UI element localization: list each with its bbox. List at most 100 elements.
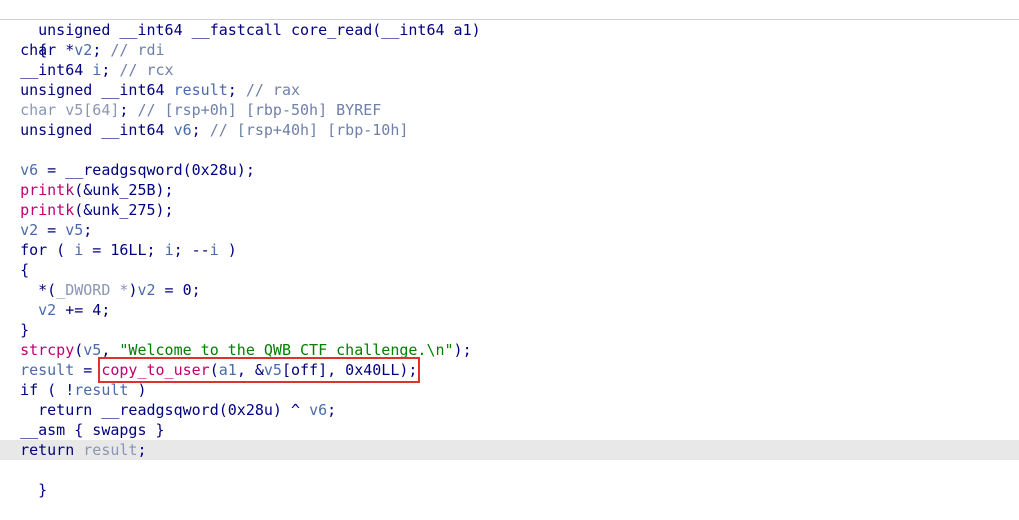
var-v2[interactable]: v2 (74, 41, 92, 59)
decl-line-v2[interactable]: char *v2; // rdi (2, 40, 165, 60)
var-v5[interactable]: v5 (83, 341, 101, 359)
deref-open: *( (38, 281, 57, 299)
for-step: ; -- (173, 241, 210, 259)
operator: = (38, 221, 66, 239)
decl-line-v5[interactable]: char v5[64]; // [rsp+0h] [rbp-50h] BYREF (2, 100, 381, 120)
increment: += 4; (56, 301, 111, 319)
var-i[interactable]: i (165, 241, 174, 259)
paren: ( ! (38, 381, 75, 399)
for-close-brace: } (2, 320, 29, 340)
semicolon: ; (137, 441, 147, 459)
paren: ( (209, 361, 219, 379)
decl-type: unsigned __int64 (20, 81, 174, 99)
call-args: (&unk_25B); (74, 181, 174, 199)
array-size: [64] (83, 101, 120, 119)
stmt-v2-assign[interactable]: v2 = v5; (2, 220, 92, 240)
call-tail: , 0x40LL); (327, 361, 418, 379)
stmt-if[interactable]: if ( !result ) (2, 380, 147, 400)
var-v5[interactable]: v5 (65, 221, 83, 239)
var-result[interactable]: result (74, 381, 128, 399)
keyword-if: if (20, 381, 39, 399)
decl-type: unsigned __int64 (20, 121, 174, 139)
comment: // [rsp+40h] [rbp-10h] (209, 121, 409, 139)
var-v5[interactable]: v5 (264, 361, 282, 379)
cast-type[interactable]: _DWORD * (56, 281, 128, 299)
function-signature[interactable]: unsigned __int64 __fastcall core_read(__… (2, 0, 481, 39)
var-v2[interactable]: v2 (38, 301, 56, 319)
var-v6[interactable]: v6 (309, 401, 327, 419)
var-v6[interactable]: v6 (20, 161, 38, 179)
var-result[interactable]: result (174, 81, 228, 99)
stmt-return-1[interactable]: return __readgsqword(0x28u) ^ v6; (2, 400, 336, 420)
var-v2[interactable]: v2 (20, 221, 38, 239)
var-i[interactable]: i (92, 61, 101, 79)
var-i[interactable]: i (210, 241, 219, 259)
var-v5[interactable]: v5 (65, 101, 83, 119)
semicolon: ; (92, 41, 102, 59)
keyword-return: return (20, 441, 75, 459)
index-off[interactable]: [off] (282, 361, 327, 379)
asm-block[interactable]: __asm { swapgs } (20, 421, 165, 439)
decl-type: char * (20, 41, 75, 59)
stmt-return-2-current-line[interactable]: return result; (0, 440, 1019, 460)
var-v6[interactable]: v6 (174, 121, 192, 139)
highlight-box: copy_to_user(a1, &v5[off], 0x40LL); (98, 357, 421, 383)
return-expr[interactable]: __readgsqword(0x28u) ^ (92, 401, 309, 419)
semicolon: ; (191, 121, 201, 139)
operator: = (74, 361, 102, 379)
stmt-for[interactable]: for ( i = 16LL; i; --i ) (2, 240, 237, 260)
call-strcpy[interactable]: strcpy (20, 341, 74, 359)
paren: ) (128, 381, 147, 399)
comment: // rcx (119, 61, 174, 79)
call-copy-to-user[interactable]: copy_to_user (101, 361, 209, 379)
keyword-for: for (20, 241, 48, 259)
brace: } (20, 321, 30, 339)
decl-type: char (20, 101, 66, 119)
stmt-printk-2[interactable]: printk(&unk_275); (2, 200, 174, 220)
operator: = (38, 161, 66, 179)
brace: } (38, 481, 48, 499)
close-brace: } (2, 460, 47, 499)
paren: ); (453, 341, 472, 359)
comma: , (101, 341, 120, 359)
semicolon: ; (119, 101, 129, 119)
stmt-v6-assign[interactable]: v6 = __readgsqword(0x28u); (2, 160, 255, 180)
var-result[interactable]: result (83, 441, 137, 459)
string-literal[interactable]: "Welcome to the QWB CTF challenge.\n" (119, 341, 453, 359)
decl-type: __int64 (20, 61, 93, 79)
var-v2[interactable]: v2 (137, 281, 155, 299)
for-init: = 16LL; (83, 241, 165, 259)
semicolon: ; (101, 61, 111, 79)
var-i[interactable]: i (74, 241, 83, 259)
keyword-return: return (38, 401, 93, 419)
stmt-v2-inc[interactable]: v2 += 4; (2, 300, 110, 320)
decl-line-result[interactable]: unsigned __int64 result; // rax (2, 80, 300, 100)
comma: , & (236, 361, 264, 379)
var-result[interactable]: result (20, 361, 74, 379)
open-brace: { (2, 20, 47, 59)
stmt-strcpy[interactable]: strcpy(v5, "Welcome to the QWB CTF chall… (2, 340, 472, 360)
comment: // [rsp+0h] [rbp-50h] BYREF (137, 101, 382, 119)
call-args: (&unk_275); (74, 201, 174, 219)
call-printk[interactable]: printk (20, 181, 74, 199)
signature-text[interactable]: unsigned __int64 __fastcall core_read(__… (38, 21, 481, 39)
semicolon: ; (327, 401, 337, 419)
paren: ( (47, 241, 75, 259)
stmt-copy-to-user[interactable]: result = copy_to_user(a1, &v5[off], 0x40… (2, 357, 421, 383)
for-open-brace: { (2, 260, 29, 280)
call-readgsqword[interactable]: __readgsqword(0x28u); (65, 161, 255, 179)
semicolon: ; (227, 81, 237, 99)
decl-line-v6[interactable]: unsigned __int64 v6; // [rsp+40h] [rbp-1… (2, 120, 408, 140)
brace: { (20, 261, 30, 279)
stmt-asm[interactable]: __asm { swapgs } (2, 420, 165, 440)
comment: // rdi (110, 41, 165, 59)
paren: ) (218, 241, 237, 259)
decl-line-i[interactable]: __int64 i; // rcx (2, 60, 174, 80)
var-a1[interactable]: a1 (219, 361, 237, 379)
pseudocode-view[interactable]: unsigned __int64 __fastcall core_read(__… (0, 0, 1019, 499)
stmt-printk-1[interactable]: printk(&unk_25B); (2, 180, 174, 200)
stmt-deref[interactable]: *(_DWORD *)v2 = 0; (2, 280, 201, 300)
semicolon: ; (83, 221, 93, 239)
call-printk[interactable]: printk (20, 201, 74, 219)
